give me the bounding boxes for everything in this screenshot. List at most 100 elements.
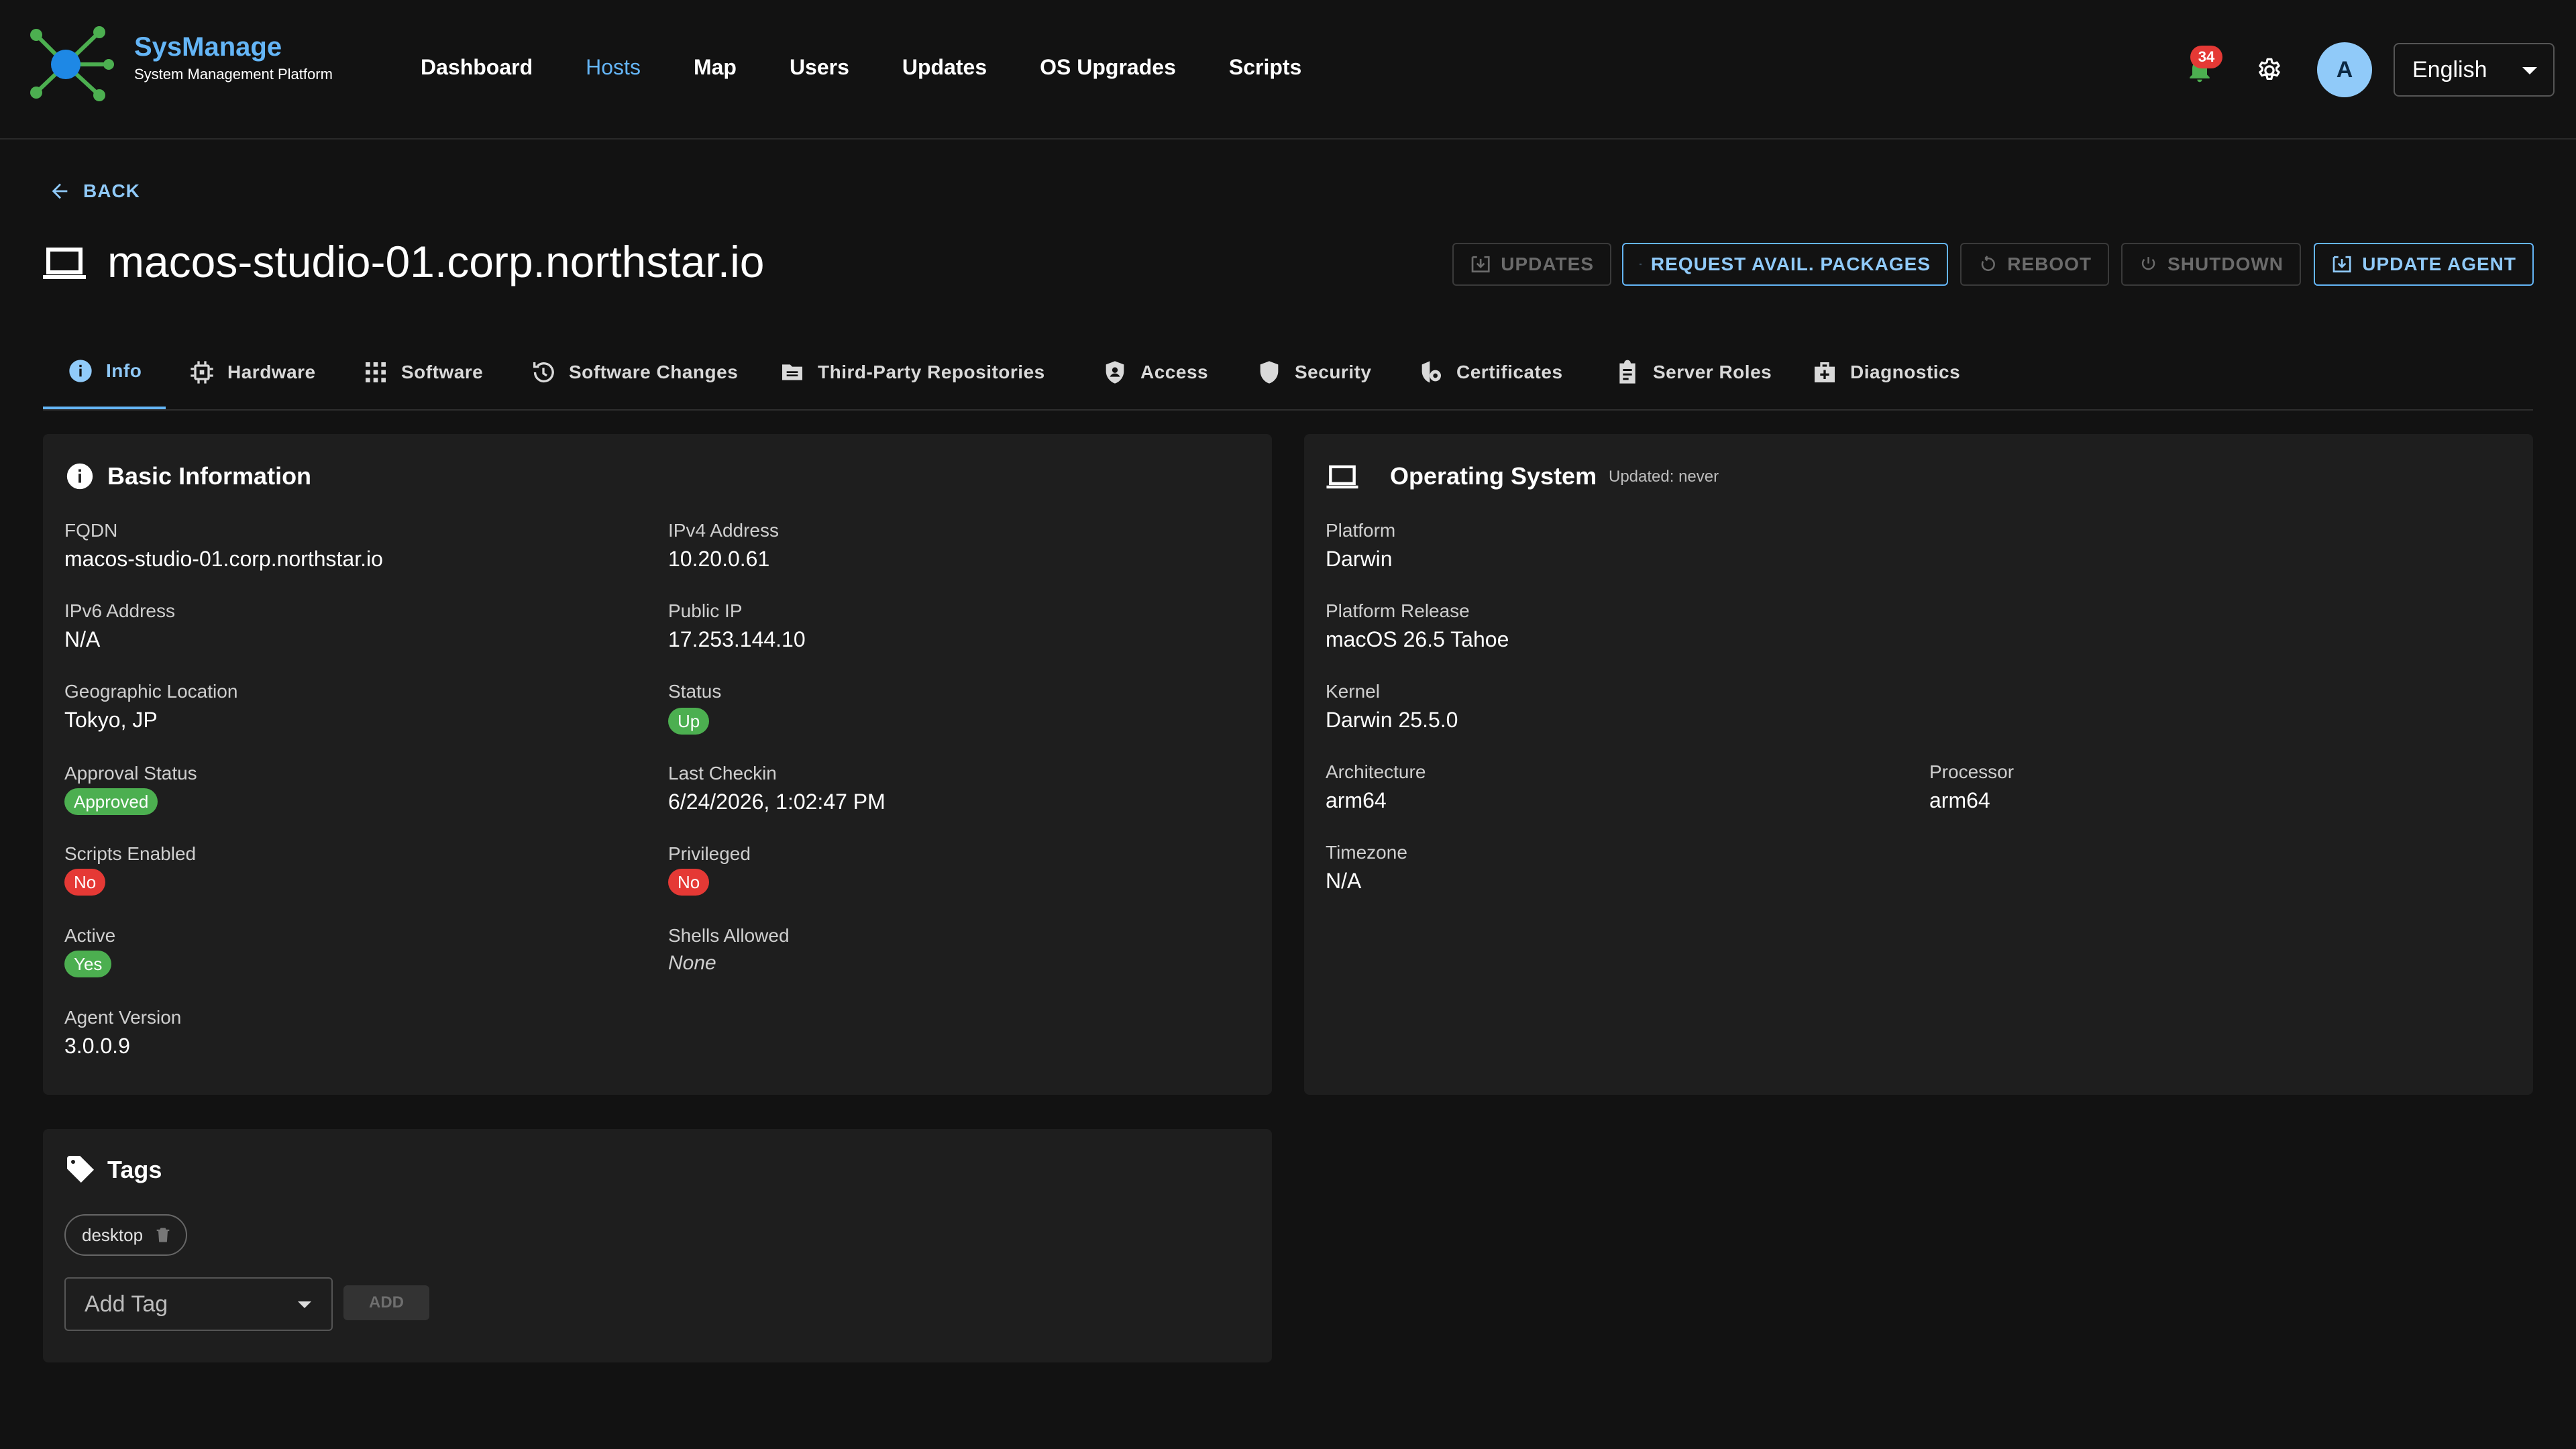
tag-chip[interactable]: desktop — [64, 1214, 188, 1256]
tab-info[interactable]: Info — [43, 335, 166, 409]
platform-value: Darwin — [1326, 547, 1393, 571]
updates-button[interactable]: UPDATES — [1452, 243, 1611, 286]
nav-hosts[interactable]: Hosts — [586, 55, 641, 80]
tab-diagnostics-label: Diagnostics — [1850, 362, 1961, 382]
info-icon — [66, 463, 93, 490]
card-title: Basic Information — [107, 462, 312, 490]
shutdown-button-label: SHUTDOWN — [2167, 254, 2284, 274]
timezone-label: Timezone — [1326, 842, 1407, 863]
tag-chip-label: desktop — [82, 1224, 144, 1245]
kernel-value: Darwin 25.5.0 — [1326, 708, 1458, 732]
medkit-icon — [1815, 362, 1835, 382]
language-select[interactable]: English — [2394, 43, 2555, 97]
apps-grid-icon — [366, 362, 386, 382]
nav-os-upgrades[interactable]: OS Upgrades — [1040, 55, 1176, 80]
clipboard-icon — [1619, 360, 1635, 384]
main-nav: Dashboard Hosts Map Users Updates OS Upg… — [421, 55, 1354, 80]
page-title: macos-studio-01.corp.northstar.io — [107, 237, 765, 286]
notification-count-badge: 34 — [2190, 46, 2222, 68]
basic-information-card: Basic Information FQDN macos-studio-01.c… — [43, 434, 1272, 1095]
tab-diagnostics[interactable]: Diagnostics — [1787, 335, 1984, 409]
nav-scripts[interactable]: Scripts — [1229, 55, 1301, 80]
card-title: Operating System — [1390, 462, 1597, 490]
tab-software-changes-label: Software Changes — [569, 362, 739, 382]
update-agent-label: UPDATE AGENT — [2362, 254, 2516, 274]
brand-name[interactable]: SysManage — [134, 32, 282, 62]
download-icon — [1471, 256, 1490, 273]
last-checkin-value: 6/24/2026, 1:02:47 PM — [668, 790, 885, 814]
last-checkin-label: Last Checkin — [668, 763, 777, 784]
apps-grid-icon — [1640, 263, 1642, 266]
public-ip-value: 17.253.144.10 — [668, 627, 806, 651]
brand-subtitle: System Management Platform — [134, 66, 333, 83]
tab-third-party-label: Third-Party Repositories — [818, 362, 1045, 382]
chevron-down-icon — [2522, 67, 2537, 74]
chevron-down-icon — [298, 1301, 311, 1308]
chip-icon — [191, 361, 213, 384]
card-title: Tags — [107, 1156, 162, 1183]
kernel-label: Kernel — [1326, 681, 1380, 702]
request-packages-label: REQUEST AVAIL. PACKAGES — [1650, 254, 1931, 274]
operating-system-card: Operating System Updated: never Platform… — [1304, 434, 2533, 1095]
tab-hardware[interactable]: Hardware — [164, 335, 340, 409]
ipv6-label: IPv6 Address — [64, 600, 175, 621]
fqdn-value: macos-studio-01.corp.northstar.io — [64, 547, 383, 571]
certificate-icon — [1421, 361, 1441, 383]
geo-location-value: Tokyo, JP — [64, 708, 158, 732]
shield-person-icon — [1106, 361, 1124, 384]
tag-icon — [67, 1156, 94, 1183]
tab-server-roles[interactable]: Server Roles — [1590, 335, 1796, 409]
scripts-enabled-label: Scripts Enabled — [64, 843, 197, 864]
public-ip-label: Public IP — [668, 600, 743, 621]
approval-status-label: Approval Status — [64, 763, 197, 784]
os-updated-text: Updated: never — [1609, 468, 1719, 486]
arrow-left-icon — [52, 183, 68, 199]
scripts-enabled-badge: No — [64, 869, 106, 896]
add-tag-select[interactable]: Add Tag — [64, 1277, 333, 1331]
settings-gear-icon[interactable] — [2255, 56, 2284, 85]
nav-dashboard[interactable]: Dashboard — [421, 55, 533, 80]
top-app-bar: SysManage System Management Platform Das… — [0, 0, 2576, 140]
download-icon — [2332, 256, 2351, 273]
status-label: Status — [668, 681, 722, 702]
tab-server-roles-label: Server Roles — [1653, 362, 1772, 382]
nav-users[interactable]: Users — [790, 55, 849, 80]
history-icon — [533, 362, 554, 383]
ipv4-label: IPv4 Address — [668, 520, 779, 541]
back-button[interactable]: BACK — [48, 180, 140, 203]
active-label: Active — [64, 925, 116, 946]
add-tag-button[interactable]: ADD — [343, 1285, 429, 1320]
request-packages-button[interactable]: REQUEST AVAIL. PACKAGES — [1622, 243, 1948, 286]
ipv6-value: N/A — [64, 627, 101, 651]
tab-access[interactable]: Access — [1077, 335, 1232, 409]
host-tabs: Info Hardware Software Software Changes … — [43, 335, 2533, 411]
add-tag-placeholder: Add Tag — [85, 1291, 168, 1317]
architecture-label: Architecture — [1326, 761, 1426, 782]
trash-icon[interactable] — [154, 1225, 172, 1245]
privileged-label: Privileged — [668, 843, 751, 864]
shells-allowed-value: None — [668, 952, 716, 974]
tab-security[interactable]: Security — [1232, 335, 1396, 409]
power-icon — [2141, 257, 2155, 270]
tab-certificates[interactable]: Certificates — [1393, 335, 1587, 409]
tab-software-changes[interactable]: Software Changes — [506, 335, 762, 409]
update-agent-button[interactable]: UPDATE AGENT — [2314, 243, 2534, 286]
network-logo-icon[interactable] — [27, 25, 114, 103]
agent-version-value: 3.0.0.9 — [64, 1034, 130, 1058]
reboot-button-label: REBOOT — [2007, 254, 2092, 274]
shells-allowed-label: Shells Allowed — [668, 925, 790, 946]
agent-version-label: Agent Version — [64, 1007, 182, 1028]
tab-software[interactable]: Software — [338, 335, 507, 409]
nav-map[interactable]: Map — [694, 55, 737, 80]
shutdown-button[interactable]: SHUTDOWN — [2121, 243, 2301, 286]
restart-icon — [1981, 256, 1995, 271]
processor-value: arm64 — [1929, 788, 1990, 812]
info-icon — [69, 360, 92, 382]
tab-access-label: Access — [1140, 362, 1209, 382]
reboot-button[interactable]: REBOOT — [1960, 243, 2109, 286]
geo-location-label: Geographic Location — [64, 681, 238, 702]
nav-updates[interactable]: Updates — [902, 55, 987, 80]
user-avatar[interactable]: A — [2317, 42, 2372, 97]
timezone-value: N/A — [1326, 869, 1362, 893]
tab-third-party-repositories[interactable]: Third-Party Repositories — [755, 335, 1069, 409]
